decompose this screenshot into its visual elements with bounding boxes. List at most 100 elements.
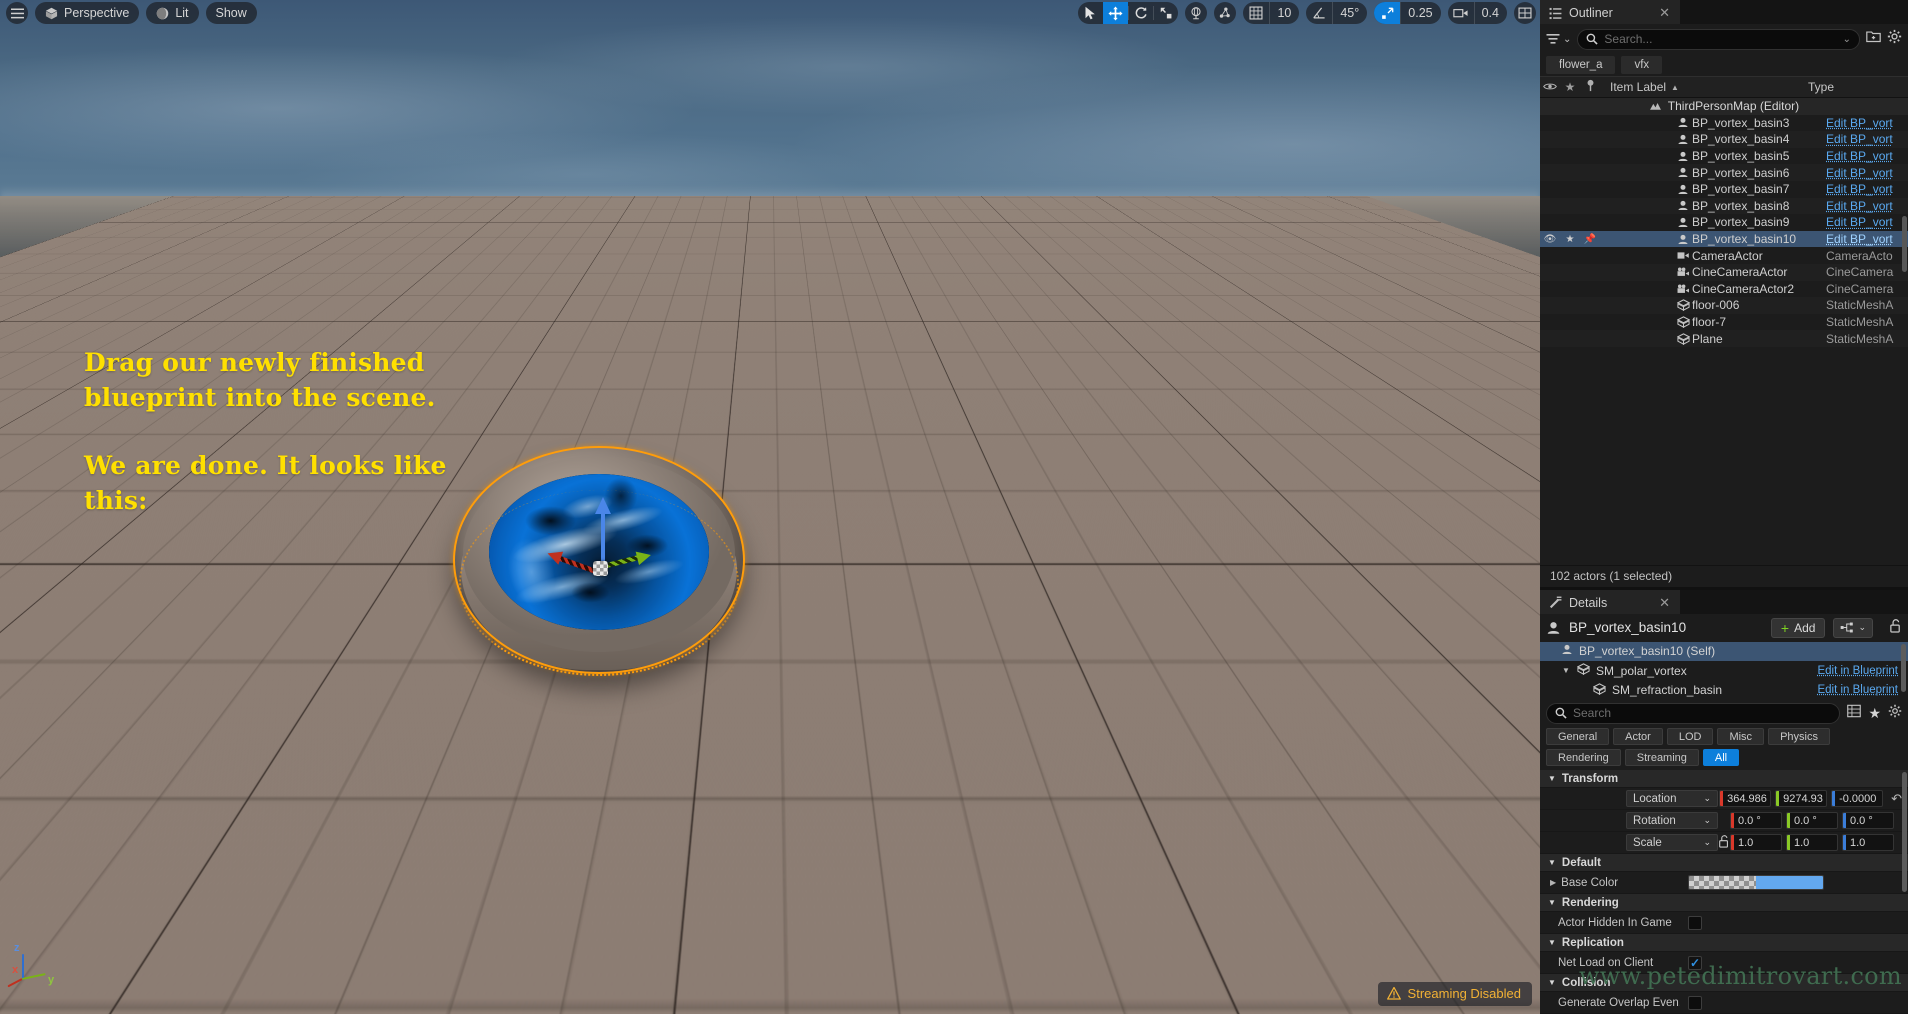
component-tree-scrollbar[interactable]: [1901, 643, 1906, 692]
row-type[interactable]: Edit BP_vort: [1826, 116, 1908, 130]
overlap-events-checkbox[interactable]: [1688, 995, 1702, 1010]
row-type[interactable]: Edit BP_vort: [1826, 232, 1908, 246]
location-dropdown[interactable]: Location ⌄: [1626, 790, 1718, 807]
scale-snap-value[interactable]: 0.25: [1400, 2, 1440, 24]
scale-snap-toggle[interactable]: [1374, 2, 1401, 24]
column-type-label[interactable]: Type: [1808, 80, 1908, 94]
outliner-row[interactable]: floor-006 StaticMeshA: [1540, 297, 1908, 314]
filter-chip-misc[interactable]: Misc: [1717, 728, 1765, 745]
details-lock-button[interactable]: [1889, 619, 1902, 636]
row-type[interactable]: Edit BP_vort: [1826, 166, 1908, 180]
outliner-row[interactable]: BP_vortex_basin9 Edit BP_vort: [1540, 214, 1908, 231]
outliner-search-box[interactable]: ⌄: [1577, 28, 1860, 50]
scale-tool-button[interactable]: [1153, 2, 1178, 24]
details-favorites-button[interactable]: ★: [1868, 705, 1881, 722]
row-type[interactable]: Edit BP_vort: [1826, 182, 1908, 196]
filter-chip-actor[interactable]: Actor: [1613, 728, 1663, 745]
outliner-search-input[interactable]: [1604, 32, 1837, 46]
filter-chip-lod[interactable]: LOD: [1666, 728, 1714, 745]
level-viewport[interactable]: Drag our newly finished blueprint into t…: [0, 0, 1540, 1014]
column-pin-icon[interactable]: [1580, 79, 1600, 95]
details-search-input[interactable]: [1573, 706, 1832, 720]
tab-details[interactable]: Details ✕: [1540, 589, 1680, 614]
surface-snapping-button[interactable]: [1214, 2, 1237, 24]
column-item-label[interactable]: Item Label ▲: [1600, 80, 1808, 94]
component-edit-link[interactable]: Edit in Blueprint: [1817, 665, 1908, 677]
add-component-button[interactable]: + Add: [1770, 617, 1826, 638]
chevron-right-icon[interactable]: ▶: [1550, 878, 1556, 887]
filter-chip-streaming[interactable]: Streaming: [1624, 749, 1699, 766]
row-type[interactable]: Edit BP_vort: [1826, 199, 1908, 213]
gizmo-origin-handle[interactable]: [593, 561, 608, 576]
viewport-camera-mode-button[interactable]: Perspective: [35, 2, 140, 24]
row-type[interactable]: Edit BP_vort: [1826, 132, 1908, 146]
component-edit-link[interactable]: Edit in Blueprint: [1817, 684, 1908, 696]
camera-speed-icon-wrap[interactable]: [1448, 2, 1474, 24]
scale-snap-control[interactable]: 0.25: [1374, 2, 1441, 24]
search-chevron-down-icon[interactable]: ⌄: [1843, 34, 1851, 45]
filter-chip-all[interactable]: All: [1702, 749, 1740, 766]
column-star-icon[interactable]: ★: [1560, 80, 1580, 94]
tab-outliner[interactable]: Outliner ✕: [1540, 0, 1680, 24]
outliner-row[interactable]: BP_vortex_basin7 Edit BP_vort: [1540, 181, 1908, 198]
breadcrumb-flower-a[interactable]: flower_a: [1546, 56, 1616, 74]
scale-dropdown[interactable]: Scale ⌄: [1626, 834, 1718, 851]
rotation-x-field[interactable]: 0.0 °: [1730, 812, 1782, 829]
component-row[interactable]: BP_vortex_basin10 (Self): [1540, 641, 1908, 661]
column-eye-icon[interactable]: [1540, 80, 1560, 94]
row-pin-icon[interactable]: 📌: [1580, 234, 1600, 245]
outliner-row[interactable]: 👁 ★ 📌 BP_vortex_basin10 Edit BP_vort: [1540, 230, 1908, 248]
section-replication[interactable]: ▼ Replication: [1540, 934, 1908, 952]
move-tool-button[interactable]: [1103, 2, 1129, 24]
location-y-field[interactable]: 9274.93: [1775, 790, 1828, 807]
outliner-close-icon[interactable]: ✕: [1659, 5, 1670, 21]
scale-lock-button[interactable]: [1718, 834, 1730, 851]
outliner-new-folder-button[interactable]: [1866, 30, 1881, 48]
camera-speed-value[interactable]: 0.4: [1473, 2, 1507, 24]
select-tool-button[interactable]: [1078, 2, 1103, 24]
outliner-row[interactable]: CineCameraActor2 CineCamera: [1540, 281, 1908, 298]
section-collision[interactable]: ▼ Collision: [1540, 974, 1908, 992]
viewport-layouts-button[interactable]: [1514, 2, 1536, 24]
move-gizmo[interactable]: [545, 466, 713, 576]
outliner-world-row[interactable]: ThirdPersonMap (Editor): [1540, 98, 1908, 115]
outliner-filter-button[interactable]: ⌄: [1546, 33, 1571, 45]
grid-snap-control[interactable]: 10: [1243, 2, 1300, 24]
grid-snap-toggle[interactable]: [1243, 2, 1269, 24]
location-reset-button[interactable]: ↶: [1887, 791, 1902, 807]
angle-snap-value[interactable]: 45°: [1332, 2, 1367, 24]
outliner-row[interactable]: BP_vortex_basin8 Edit BP_vort: [1540, 197, 1908, 215]
blueprint-options-button[interactable]: ⌄: [1833, 617, 1873, 638]
row-type[interactable]: Edit BP_vort: [1826, 215, 1908, 229]
viewport-menu-button[interactable]: [6, 2, 28, 24]
angle-snap-toggle[interactable]: [1306, 2, 1332, 24]
rotation-y-field[interactable]: 0.0 °: [1786, 812, 1838, 829]
section-transform[interactable]: ▼ Transform: [1540, 770, 1908, 788]
outliner-row[interactable]: floor-7 StaticMeshA: [1540, 314, 1908, 331]
outliner-row[interactable]: Plane StaticMeshA: [1540, 330, 1908, 347]
scale-y-field[interactable]: 1.0: [1786, 834, 1838, 851]
coordinate-system-button[interactable]: [1185, 2, 1208, 24]
location-z-field[interactable]: -0.0000: [1831, 790, 1884, 807]
section-default[interactable]: ▼ Default: [1540, 854, 1908, 872]
outliner-row[interactable]: BP_vortex_basin5 Edit BP_vort: [1540, 148, 1908, 165]
breadcrumb-vfx[interactable]: vfx: [1621, 56, 1663, 74]
outliner-row[interactable]: CineCameraActor CineCamera: [1540, 263, 1908, 281]
viewport-view-mode-button[interactable]: Lit: [146, 2, 199, 24]
actor-hidden-checkbox[interactable]: [1688, 915, 1702, 930]
component-row[interactable]: SM_refraction_basin Edit in Blueprint: [1540, 681, 1908, 701]
details-settings-button[interactable]: [1888, 704, 1902, 723]
location-x-field[interactable]: 364.986: [1719, 790, 1772, 807]
filter-chip-general[interactable]: General: [1546, 728, 1610, 745]
viewport-show-button[interactable]: Show: [205, 2, 257, 24]
row-type[interactable]: Edit BP_vort: [1826, 149, 1908, 163]
outliner-scrollbar[interactable]: [1902, 216, 1907, 272]
outliner-row[interactable]: CameraActor CameraActo: [1540, 247, 1908, 264]
component-row[interactable]: ▼ SM_polar_vortex Edit in Blueprint: [1540, 661, 1908, 681]
outliner-settings-button[interactable]: [1887, 29, 1902, 49]
outliner-row[interactable]: BP_vortex_basin4 Edit BP_vort: [1540, 131, 1908, 148]
section-rendering[interactable]: ▼ Rendering: [1540, 894, 1908, 912]
component-expander[interactable]: ▼: [1562, 666, 1571, 675]
angle-snap-control[interactable]: 45°: [1306, 2, 1368, 24]
outliner-row[interactable]: BP_vortex_basin3 Edit BP_vort: [1540, 115, 1908, 132]
